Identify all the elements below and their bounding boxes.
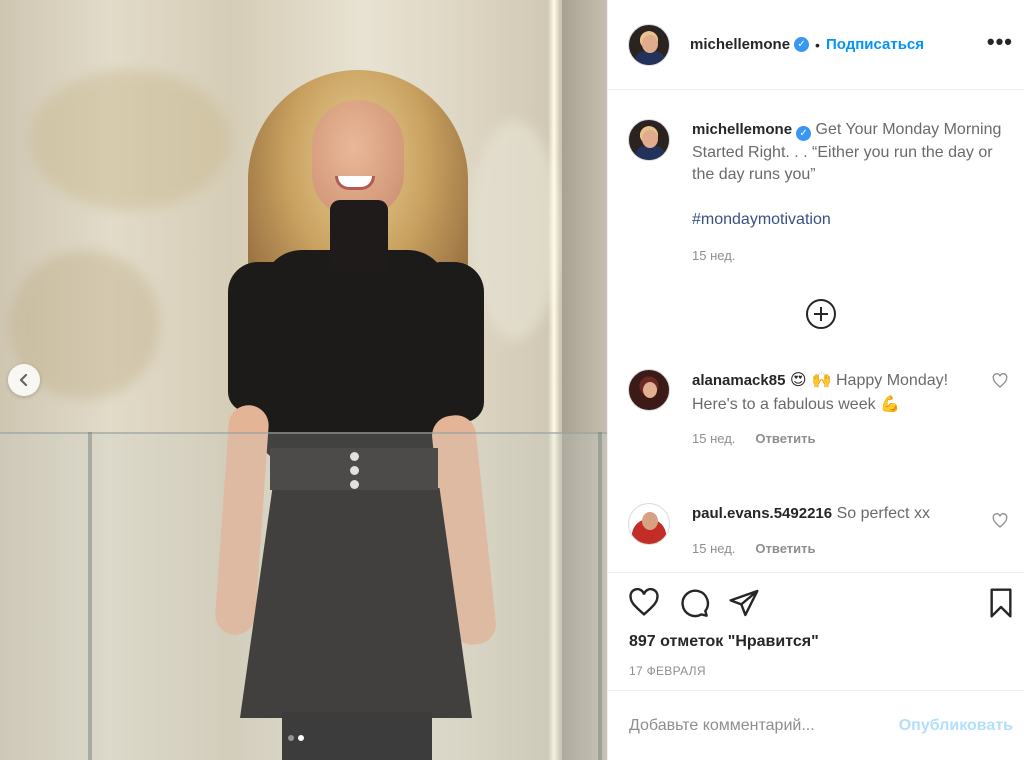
flexed-biceps-emoji: 💪 bbox=[880, 393, 900, 413]
carousel-dot-active bbox=[298, 735, 304, 741]
hashtag-link[interactable]: #mondaymotivation bbox=[692, 209, 1008, 232]
post-header: michellemone ✓ • Подписаться ••• bbox=[608, 0, 1024, 90]
comment-bubble-icon[interactable] bbox=[678, 587, 710, 619]
railing-post bbox=[88, 432, 92, 760]
comment-username[interactable]: alanamack85 bbox=[692, 372, 785, 389]
caption-time: 15 нед. bbox=[692, 248, 736, 263]
author-username[interactable]: michellemone bbox=[690, 36, 790, 53]
comment-time: 15 нед. bbox=[692, 540, 736, 556]
load-more-comments-icon[interactable] bbox=[806, 299, 836, 329]
comment-item: paul.evans.5492216 So perfect xx 15 нед.… bbox=[628, 503, 1008, 560]
comment-item: alanamack85 😍 🙌 Happy Monday! Here's to … bbox=[628, 369, 1008, 451]
caption-username[interactable]: michellemone bbox=[692, 121, 792, 138]
author-avatar[interactable] bbox=[628, 23, 670, 66]
like-comment-heart-icon[interactable] bbox=[992, 513, 1008, 529]
share-paper-plane-icon[interactable] bbox=[728, 587, 760, 619]
reply-button[interactable]: Ответить bbox=[755, 538, 815, 561]
dot-separator: • bbox=[815, 36, 820, 53]
post-date: 17 ФЕВРАЛЯ bbox=[629, 664, 706, 678]
verified-badge-icon: ✓ bbox=[796, 126, 812, 141]
follow-button[interactable]: Подписаться bbox=[826, 36, 924, 53]
comment-emoji: 😍 🙌 bbox=[789, 370, 832, 389]
comments-list[interactable]: michellemone ✓ Get Your Monday Morning St… bbox=[608, 91, 1024, 571]
publish-button[interactable]: Опубликовать bbox=[899, 717, 1013, 735]
like-heart-icon[interactable] bbox=[628, 587, 660, 619]
commenter-avatar[interactable] bbox=[628, 369, 670, 411]
post-side-panel: michellemone ✓ • Подписаться ••• michell… bbox=[607, 0, 1024, 760]
like-comment-heart-icon[interactable] bbox=[992, 373, 1008, 389]
commenter-avatar[interactable] bbox=[628, 503, 670, 545]
save-bookmark-icon[interactable] bbox=[986, 587, 1016, 619]
likes-count[interactable]: 897 отметок "Нравится" bbox=[629, 633, 819, 651]
post-caption: michellemone ✓ Get Your Monday Morning St… bbox=[628, 119, 1008, 268]
comment-input[interactable] bbox=[629, 716, 899, 735]
railing-post bbox=[598, 432, 602, 760]
sweater bbox=[262, 250, 448, 460]
caption-avatar[interactable] bbox=[628, 119, 670, 161]
carousel-dot bbox=[288, 735, 294, 741]
post-photo[interactable] bbox=[0, 0, 607, 760]
comment-time: 15 нед. bbox=[692, 431, 736, 446]
more-options-icon[interactable]: ••• bbox=[987, 31, 1013, 53]
turtleneck bbox=[330, 200, 388, 270]
verified-badge-icon: ✓ bbox=[794, 37, 810, 52]
comment-text: So perfect xx bbox=[836, 505, 930, 522]
post-actions: 897 отметок "Нравится" 17 ФЕВРАЛЯ bbox=[608, 572, 1024, 690]
chevron-left-icon bbox=[19, 373, 28, 387]
reply-button[interactable]: Ответить bbox=[755, 428, 815, 451]
comment-username[interactable]: paul.evans.5492216 bbox=[692, 505, 832, 522]
carousel-prev-button[interactable] bbox=[8, 364, 40, 396]
add-comment-bar: Опубликовать bbox=[608, 690, 1024, 760]
carousel-indicator bbox=[288, 735, 304, 741]
